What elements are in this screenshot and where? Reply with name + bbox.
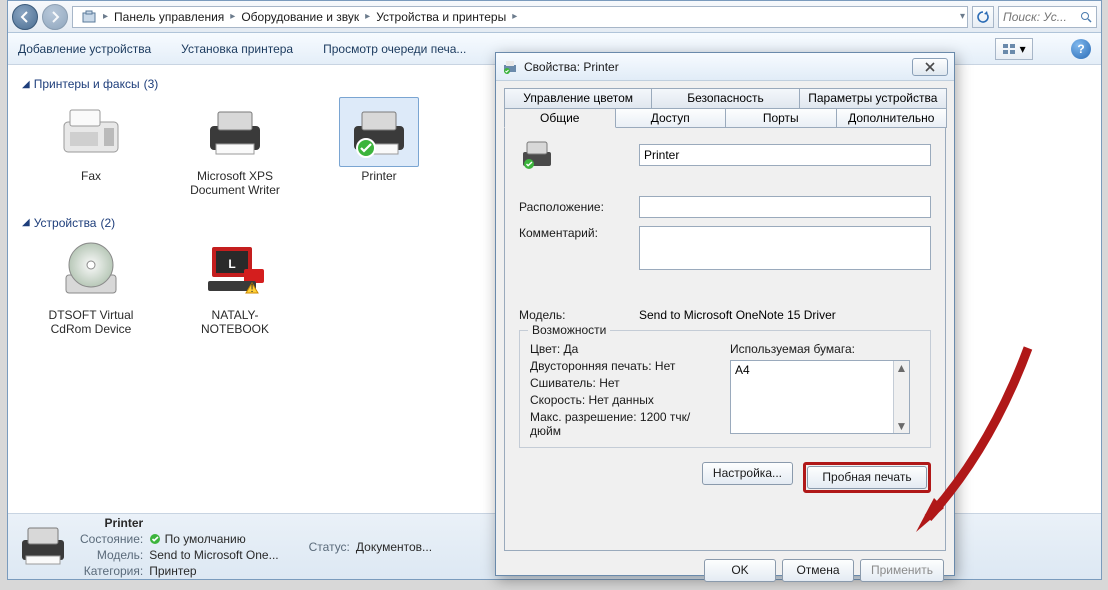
paper-list[interactable]: A4 ▲▼ — [730, 360, 910, 434]
dialog-title: Свойства: Printer — [524, 60, 912, 74]
printer-name-input[interactable] — [639, 144, 931, 166]
location-label: Расположение: — [519, 200, 629, 214]
tab-panel-general: Расположение: Комментарий: Модель: Send … — [504, 127, 946, 551]
close-button[interactable] — [912, 58, 948, 76]
device-fax[interactable]: Fax — [36, 97, 146, 198]
model-value: Send to Microsoft OneNote 15 Driver — [639, 308, 836, 322]
details-status-value: Документов... — [356, 540, 432, 554]
svg-text:!: ! — [250, 281, 253, 295]
help-button[interactable]: ? — [1071, 39, 1091, 59]
tab-security[interactable]: Безопасность — [651, 88, 799, 108]
scroll-down-icon[interactable]: ▼ — [896, 419, 908, 433]
tab-ports[interactable]: Порты — [725, 108, 837, 128]
apply-button[interactable]: Применить — [860, 559, 944, 582]
printer-properties-dialog: Свойства: Printer Управление цветом Безо… — [495, 52, 955, 576]
chevron-right-icon[interactable]: ▸ — [512, 11, 517, 22]
cap-color: Цвет: Да — [530, 342, 720, 356]
cap-paper-label: Используемая бумага: — [730, 342, 920, 356]
printer-icon — [16, 522, 70, 572]
scrollbar[interactable]: ▲▼ — [893, 361, 909, 433]
tab-color-management[interactable]: Управление цветом — [504, 88, 652, 108]
device-label: Fax — [81, 169, 101, 183]
group-count: (3) — [144, 77, 159, 91]
nav-bar: ▸ Панель управления ▸ Оборудование и зву… — [8, 1, 1101, 33]
details-state-label: Состояние: — [80, 532, 143, 546]
breadcrumb-item[interactable]: Устройства и принтеры — [370, 7, 512, 27]
cap-maxres: Макс. разрешение: 1200 тчк/дюйм — [530, 410, 720, 438]
printer-icon — [519, 140, 559, 170]
ok-button[interactable]: OK — [704, 559, 776, 582]
svg-text:L: L — [228, 257, 235, 271]
capabilities-fieldset: Возможности Цвет: Да Двусторонняя печать… — [519, 330, 931, 448]
cancel-button[interactable]: Отмена — [782, 559, 854, 582]
details-category-label: Категория: — [80, 564, 143, 578]
dialog-footer: OK Отмена Применить — [496, 551, 954, 590]
show-queue-cmd[interactable]: Просмотр очереди печа... — [323, 42, 466, 56]
details-model-label: Модель: — [80, 548, 143, 562]
view-mode-button[interactable]: ▾ — [995, 38, 1033, 60]
device-dtsoft[interactable]: DTSOFT Virtual CdRom Device — [36, 236, 146, 337]
scroll-up-icon[interactable]: ▲ — [896, 361, 908, 375]
details-status-label: Статус: — [309, 540, 350, 554]
location-input[interactable] — [639, 196, 931, 218]
details-name: Printer — [80, 516, 143, 530]
search-input[interactable] — [1003, 10, 1073, 24]
fax-icon — [51, 97, 131, 167]
breadcrumb-icon[interactable] — [75, 7, 103, 27]
details-model-value: Send to Microsoft One... — [149, 548, 278, 562]
device-xps[interactable]: Microsoft XPS Document Writer — [180, 97, 290, 198]
address-bar[interactable]: ▸ Панель управления ▸ Оборудование и зву… — [72, 6, 968, 28]
group-count: (2) — [100, 216, 115, 230]
cap-duplex: Двусторонняя печать: Нет — [530, 359, 720, 373]
back-button[interactable] — [12, 4, 38, 30]
forward-button[interactable] — [42, 4, 68, 30]
chevron-down-icon[interactable]: ▾ — [960, 11, 965, 22]
device-label: Printer — [361, 169, 396, 183]
comment-input[interactable] — [639, 226, 931, 270]
device-label: NATALY-NOTEBOOK — [180, 308, 290, 337]
paper-item[interactable]: A4 — [735, 363, 905, 377]
device-printer[interactable]: Printer — [324, 97, 434, 198]
printer-icon — [339, 97, 419, 167]
device-label: DTSOFT Virtual CdRom Device — [36, 308, 146, 337]
comment-label: Комментарий: — [519, 226, 629, 240]
group-title: Устройства — [34, 216, 97, 230]
cap-stapler: Сшиватель: Нет — [530, 376, 720, 390]
group-title: Принтеры и факсы — [34, 77, 140, 91]
device-label: Microsoft XPS Document Writer — [180, 169, 290, 198]
details-category-value: Принтер — [149, 564, 278, 578]
cap-speed: Скорость: Нет данных — [530, 393, 720, 407]
breadcrumb-item[interactable]: Панель управления — [108, 7, 230, 27]
chevron-down-icon: ◢ — [22, 79, 30, 90]
dialog-titlebar[interactable]: Свойства: Printer — [496, 53, 954, 81]
printer-icon — [195, 97, 275, 167]
tab-advanced[interactable]: Дополнительно — [836, 108, 948, 128]
computer-icon: L! — [195, 236, 275, 306]
search-box[interactable] — [998, 6, 1097, 28]
details-state-value: По умолчанию — [149, 532, 278, 546]
test-print-button[interactable]: Пробная печать — [807, 466, 927, 489]
chevron-down-icon: ◢ — [22, 217, 30, 228]
breadcrumb-item[interactable]: Оборудование и звук — [235, 7, 365, 27]
add-device-cmd[interactable]: Добавление устройства — [18, 42, 151, 56]
add-printer-cmd[interactable]: Установка принтера — [181, 42, 293, 56]
test-print-highlight: Пробная печать — [803, 462, 931, 493]
settings-button[interactable]: Настройка... — [702, 462, 793, 485]
tab-sharing[interactable]: Доступ — [615, 108, 727, 128]
cdrom-icon — [51, 236, 131, 306]
tab-general[interactable]: Общие — [504, 108, 616, 128]
device-nataly[interactable]: L! NATALY-NOTEBOOK — [180, 236, 290, 337]
refresh-button[interactable] — [972, 6, 994, 28]
printer-icon — [502, 59, 518, 75]
capabilities-legend: Возможности — [528, 323, 610, 337]
tab-device-settings[interactable]: Параметры устройства — [799, 88, 947, 108]
search-icon — [1080, 11, 1092, 23]
model-label: Модель: — [519, 308, 629, 322]
